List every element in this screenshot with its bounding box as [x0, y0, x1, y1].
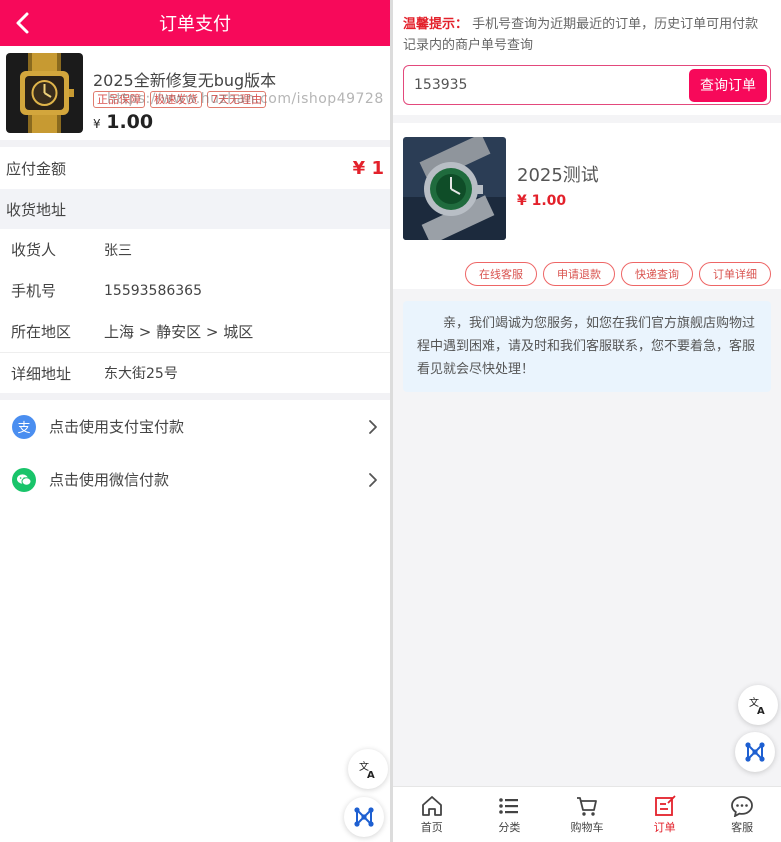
product-info: 2025全新修复无bug版本 正品保障 极速发货 7天无理由 https://w… [93, 53, 384, 133]
address-value: 东大街25号 [104, 366, 178, 382]
address-key: 收货人 [11, 241, 57, 259]
refund-button[interactable]: 申请退款 [543, 262, 615, 286]
phone-search-input[interactable] [407, 77, 689, 93]
tab-label: 分类 [498, 820, 521, 834]
divider [0, 140, 390, 147]
product-name: 2025全新修复无bug版本 [93, 71, 277, 90]
tab-service[interactable]: 客服 [703, 787, 781, 842]
product-image [6, 53, 83, 133]
order-info: 2025测试 ¥ 1.00 [517, 137, 599, 240]
network-icon [354, 807, 374, 827]
tab-home[interactable]: 首页 [393, 787, 471, 842]
express-query-button[interactable]: 快递查询 [621, 262, 693, 286]
order-card: 2025测试 ¥ 1.00 在线客服 申请退款 快递查询 订单详细 [393, 123, 781, 289]
screen: 订单支付 2025全新修复无bug版本 正品保障 极速发货 7天无理由 http… [0, 0, 781, 842]
address-section-title: 收货地址 [0, 189, 390, 229]
address-row-region[interactable]: 所在地区 上海 > 静安区 > 城区 [0, 311, 390, 352]
translate-button[interactable]: 文 A [738, 685, 778, 725]
tab-label: 首页 [420, 820, 443, 834]
product-tag: 极速发货 [150, 91, 202, 108]
svg-text:A: A [757, 706, 765, 715]
online-service-button[interactable]: 在线客服 [465, 262, 537, 286]
product-tag: 正品保障 [93, 91, 145, 108]
network-button[interactable] [735, 732, 775, 772]
address-value: 张三 [104, 242, 132, 259]
alipay-icon: 支 [12, 414, 36, 439]
tip-text: 温馨提示： 手机号查询为近期最近的订单，历史订单可用付款记录内的商户单号查询 [403, 14, 771, 56]
address-key: 手机号 [11, 282, 57, 300]
address-value: 上海 > 静安区 > 城区 [104, 323, 254, 341]
chevron-right-icon [369, 472, 377, 487]
translate-button[interactable]: 文 A [348, 749, 388, 789]
pay-option-label: 点击使用支付宝付款 [49, 418, 185, 436]
order-price: ¥ 1.00 [517, 193, 567, 209]
order-item[interactable]: 2025测试 ¥ 1.00 [403, 137, 771, 240]
cart-icon [576, 796, 597, 816]
price-value: 1.00 [106, 111, 154, 133]
service-notice: 亲，我们竭诚为您服务，如您在我们官方旗舰店购物过程中遇到困难，请及时和我们客服联… [403, 301, 771, 392]
page-title: 订单支付 [159, 14, 231, 35]
order-search: 查询订单 [403, 65, 771, 105]
svg-text:A: A [367, 770, 375, 779]
header-bar: 订单支付 [0, 0, 390, 46]
translate-icon: 文 A [359, 760, 375, 779]
payable-amount-row: 应付金额 ¥ 1 [0, 147, 390, 189]
address-value: 15593586365 [104, 282, 202, 299]
tip-prefix: 温馨提示： [403, 17, 469, 32]
tab-label: 购物车 [570, 820, 604, 834]
order-product-name: 2025测试 [517, 165, 599, 186]
product-price: ¥ 1.00 [93, 111, 153, 133]
address-row-detail: 详细地址 东大街25号 [0, 352, 390, 393]
order-icon [654, 794, 676, 816]
payable-amount: ¥ 1 [352, 157, 384, 179]
address-row-receiver: 收货人 张三 [0, 229, 390, 270]
network-button[interactable] [344, 797, 384, 837]
translate-icon: 文 A [749, 696, 765, 715]
address-row-phone: 手机号 15593586365 [0, 270, 390, 311]
home-icon [421, 795, 442, 816]
payment-page: 订单支付 2025全新修复无bug版本 正品保障 极速发货 7天无理由 http… [0, 0, 390, 842]
query-order-button[interactable]: 查询订单 [689, 68, 767, 102]
tab-label: 客服 [731, 820, 754, 834]
pay-option-alipay[interactable]: 支 点击使用支付宝付款 [0, 400, 390, 453]
chevron-right-icon [369, 419, 377, 434]
currency-symbol: ¥ [93, 117, 101, 131]
order-actions: 在线客服 申请退款 快递查询 订单详细 [403, 262, 771, 286]
tip-box: 温馨提示： 手机号查询为近期最近的订单，历史订单可用付款记录内的商户单号查询 查… [393, 0, 781, 115]
product-summary: 2025全新修复无bug版本 正品保障 极速发货 7天无理由 https://w… [0, 46, 390, 140]
wechat-icon [12, 467, 36, 492]
tab-orders[interactable]: 订单 [626, 787, 704, 842]
order-query-page: 温馨提示： 手机号查询为近期最近的订单，历史订单可用付款记录内的商户单号查询 查… [393, 0, 781, 842]
product-tag: 7天无理由 [207, 91, 266, 108]
address-key: 所在地区 [11, 323, 72, 341]
payable-label: 应付金额 [6, 159, 67, 178]
pay-option-wechat[interactable]: 点击使用微信付款 [0, 453, 390, 506]
order-product-image [403, 137, 506, 240]
tab-cart[interactable]: 购物车 [548, 787, 626, 842]
tab-label: 订单 [653, 820, 676, 834]
network-icon [745, 742, 765, 762]
divider [0, 393, 390, 400]
order-detail-button[interactable]: 订单详细 [699, 262, 771, 286]
product-tags: 正品保障 极速发货 7天无理由 [93, 91, 266, 108]
chevron-left-icon[interactable] [12, 10, 34, 36]
pay-option-label: 点击使用微信付款 [49, 471, 170, 489]
list-icon [499, 797, 519, 814]
address-key: 详细地址 [11, 364, 72, 383]
bottom-tab-bar: 首页 分类 购物车 订单 客服 [393, 786, 781, 842]
tab-category[interactable]: 分类 [471, 787, 549, 842]
chat-icon [731, 795, 754, 817]
